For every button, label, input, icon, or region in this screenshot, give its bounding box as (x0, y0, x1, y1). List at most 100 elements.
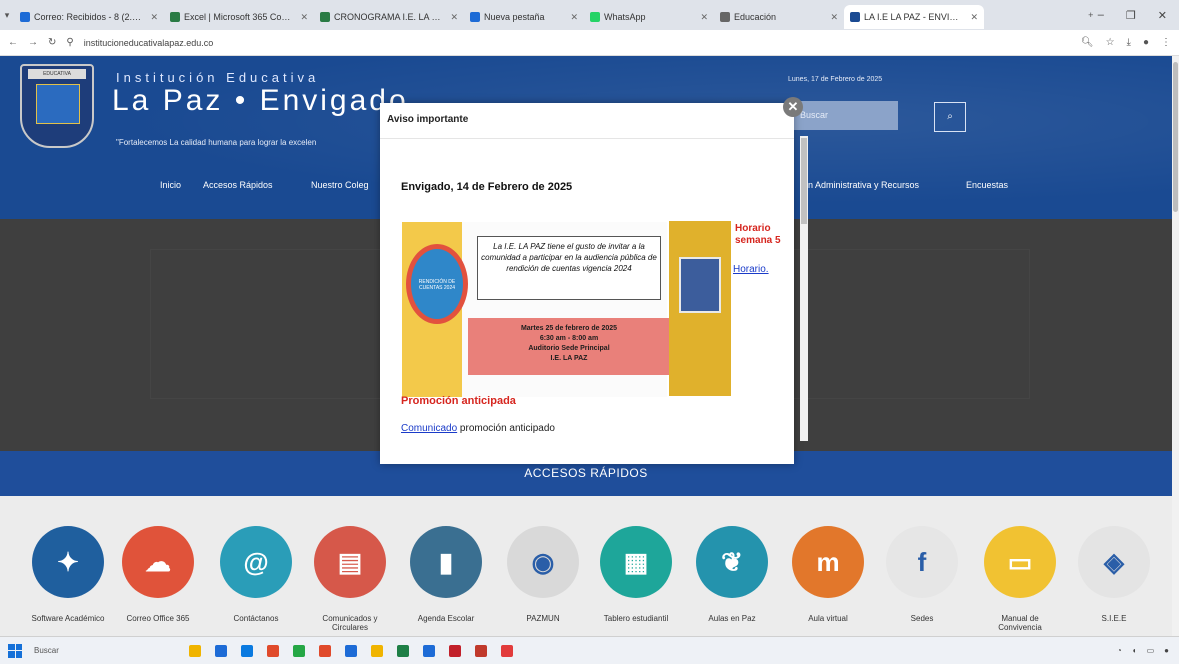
quick-access-item[interactable]: ▭ Manual de Convivencia (982, 526, 1058, 632)
taskbar-app-icon[interactable] (371, 644, 383, 657)
maximize-icon[interactable]: ❐ (1126, 9, 1136, 22)
tab-close-icon[interactable]: ✕ (830, 12, 838, 23)
profile-icon[interactable]: ● (1143, 37, 1149, 48)
quick-access-item[interactable]: m Aula virtual (790, 526, 866, 623)
quick-access-icon[interactable]: ◈ (1078, 526, 1150, 598)
horario-link[interactable]: Horario. (733, 264, 769, 275)
minimize-icon[interactable]: – (1098, 9, 1104, 22)
quick-access-item[interactable]: ✦ Software Académico (30, 526, 106, 623)
quick-access-item[interactable]: ◈ S.I.E.E (1076, 526, 1152, 623)
quick-access-icon[interactable]: ✦ (32, 526, 104, 598)
quick-access-icon[interactable]: f (886, 526, 958, 598)
browser-tab[interactable]: Nueva pestaña ✕ (464, 5, 584, 29)
quick-access-item[interactable]: @ Contáctanos (218, 526, 294, 623)
quick-access-icon[interactable]: ▤ (314, 526, 386, 598)
quick-access-item[interactable]: ▦ Tablero estudiantil (598, 526, 674, 623)
rendicion-cuentas-poster[interactable]: RENDICIÓN DE CUENTAS 2024 La I.E. LA PAZ… (402, 222, 670, 397)
quick-access-icon[interactable]: ▦ (600, 526, 672, 598)
taskbar-apps (189, 644, 513, 657)
quick-access-item[interactable]: ☁ Correo Office 365 (120, 526, 196, 623)
browser-tab[interactable]: WhatsApp ✕ (584, 5, 714, 29)
taskbar-app-icon[interactable] (501, 644, 513, 657)
tab-favicon-icon (720, 12, 730, 22)
quick-access-icon[interactable]: ▮ (410, 526, 482, 598)
horario-image[interactable] (669, 221, 731, 396)
forward-icon[interactable]: → (28, 37, 38, 48)
quick-access-item[interactable]: ▮ Agenda Escolar (408, 526, 484, 623)
nav-item-nuestro-colegio[interactable]: Nuestro Coleg (311, 180, 369, 190)
school-crest-logo[interactable]: EDUCATIVA (20, 64, 94, 148)
reload-icon[interactable]: ↻ (48, 37, 56, 48)
quick-access-item[interactable]: ◉ PAZMUN (505, 526, 581, 623)
taskbar-app-icon[interactable] (293, 644, 305, 657)
nav-item-accesos-rapidos[interactable]: Accesos Rápidos (203, 180, 273, 190)
close-window-icon[interactable]: ✕ (1158, 9, 1167, 22)
quick-access-icon[interactable]: ◉ (507, 526, 579, 598)
page-scrollbar[interactable] (1172, 56, 1179, 636)
modal-scrollbar-thumb[interactable] (801, 138, 807, 224)
quick-access-label: Software Académico (31, 614, 105, 623)
page-scrollbar-thumb[interactable] (1173, 62, 1178, 212)
quick-access-label: Correo Office 365 (126, 614, 190, 623)
comunicado-link[interactable]: Comunicado (401, 423, 457, 434)
back-icon[interactable]: ← (8, 37, 18, 48)
modal-close-button[interactable]: ✕ (783, 97, 803, 117)
tab-close-icon[interactable]: ✕ (450, 12, 458, 23)
tab-close-icon[interactable]: ✕ (300, 12, 308, 23)
browser-tab[interactable]: Correo: Recibidos - 8 (2.492 · ✕ (14, 5, 164, 29)
taskbar-app-icon[interactable] (215, 644, 227, 657)
menu-icon[interactable]: ⋮ (1161, 37, 1171, 48)
taskbar-app-icon[interactable] (241, 644, 253, 657)
zoom-icon[interactable]: 🔍︎ (1081, 37, 1094, 48)
taskbar-app-icon[interactable] (397, 644, 409, 657)
start-button[interactable] (8, 643, 22, 658)
tab-list-icon[interactable]: ▾ (0, 10, 14, 21)
wifi-icon[interactable]: ◔ (1117, 646, 1122, 655)
quick-access-icon[interactable]: ❦ (696, 526, 768, 598)
volume-icon[interactable]: ◖ (1132, 646, 1137, 655)
quick-access-item[interactable]: f Sedes (884, 526, 960, 623)
nav-item-inicio[interactable]: Inicio (160, 180, 181, 190)
address-bar[interactable]: institucioneducativalapaz.edu.co (84, 38, 214, 48)
taskbar-app-icon[interactable] (423, 644, 435, 657)
browser-tab[interactable]: LA I.E LA PAZ - ENVIGADO ✕ (844, 5, 984, 29)
close-icon: ✕ (787, 99, 799, 114)
browser-tab[interactable]: Excel | Microsoft 365 Copilot ✕ (164, 5, 314, 29)
quick-access-label: Contáctanos (233, 614, 279, 623)
tab-title: Excel | Microsoft 365 Copilot (184, 12, 293, 22)
modal-scrollbar[interactable] (800, 136, 808, 441)
battery-icon[interactable]: ▭ (1147, 646, 1155, 655)
search-button[interactable]: ⌕ (934, 102, 966, 132)
search-icon: ⌕ (947, 111, 953, 122)
browser-tab[interactable]: CRONOGRAMA I.E. LA PAZ 20 ✕ (314, 5, 464, 29)
notifications-icon[interactable]: ● (1164, 646, 1169, 655)
new-tab-button[interactable]: + (1084, 10, 1098, 20)
tab-close-icon[interactable]: ✕ (970, 12, 978, 23)
download-icon[interactable]: ⤓ (1127, 37, 1131, 48)
taskbar-app-icon[interactable] (449, 644, 461, 657)
taskbar-search[interactable]: Buscar (34, 646, 104, 655)
tab-close-icon[interactable]: ✕ (570, 12, 578, 23)
quick-access-icon[interactable]: ☁ (122, 526, 194, 598)
site-title[interactable]: La Paz • Envigado (112, 84, 409, 118)
site-info-icon[interactable]: ⚲ (66, 37, 73, 48)
quick-access-item[interactable]: ▤ Comunicados y Circulares (312, 526, 388, 632)
tabs-container: Correo: Recibidos - 8 (2.492 · ✕ Excel | M… (14, 1, 1084, 29)
quick-access-icon[interactable]: ▭ (984, 526, 1056, 598)
tab-close-icon[interactable]: ✕ (150, 12, 158, 23)
taskbar-app-icon[interactable] (475, 644, 487, 657)
quick-access-icon[interactable]: @ (220, 526, 292, 598)
search-input[interactable]: Buscar (794, 101, 898, 130)
quick-access-icon[interactable]: m (792, 526, 864, 598)
quick-access-item[interactable]: ❦ Aulas en Paz (694, 526, 770, 623)
taskbar-app-icon[interactable] (319, 644, 331, 657)
nav-item-encuestas[interactable]: Encuestas (966, 180, 1008, 190)
taskbar-app-icon[interactable] (345, 644, 357, 657)
tab-close-icon[interactable]: ✕ (700, 12, 708, 23)
nav-item-gestion-administrativa[interactable]: n Administrativa y Recursos (808, 180, 919, 190)
taskbar-app-icon[interactable] (189, 644, 201, 657)
bookmark-icon[interactable]: ☆ (1106, 37, 1115, 48)
taskbar-app-icon[interactable] (267, 644, 279, 657)
quick-access-label: PAZMUN (526, 614, 560, 623)
browser-tab[interactable]: Educación ✕ (714, 5, 844, 29)
